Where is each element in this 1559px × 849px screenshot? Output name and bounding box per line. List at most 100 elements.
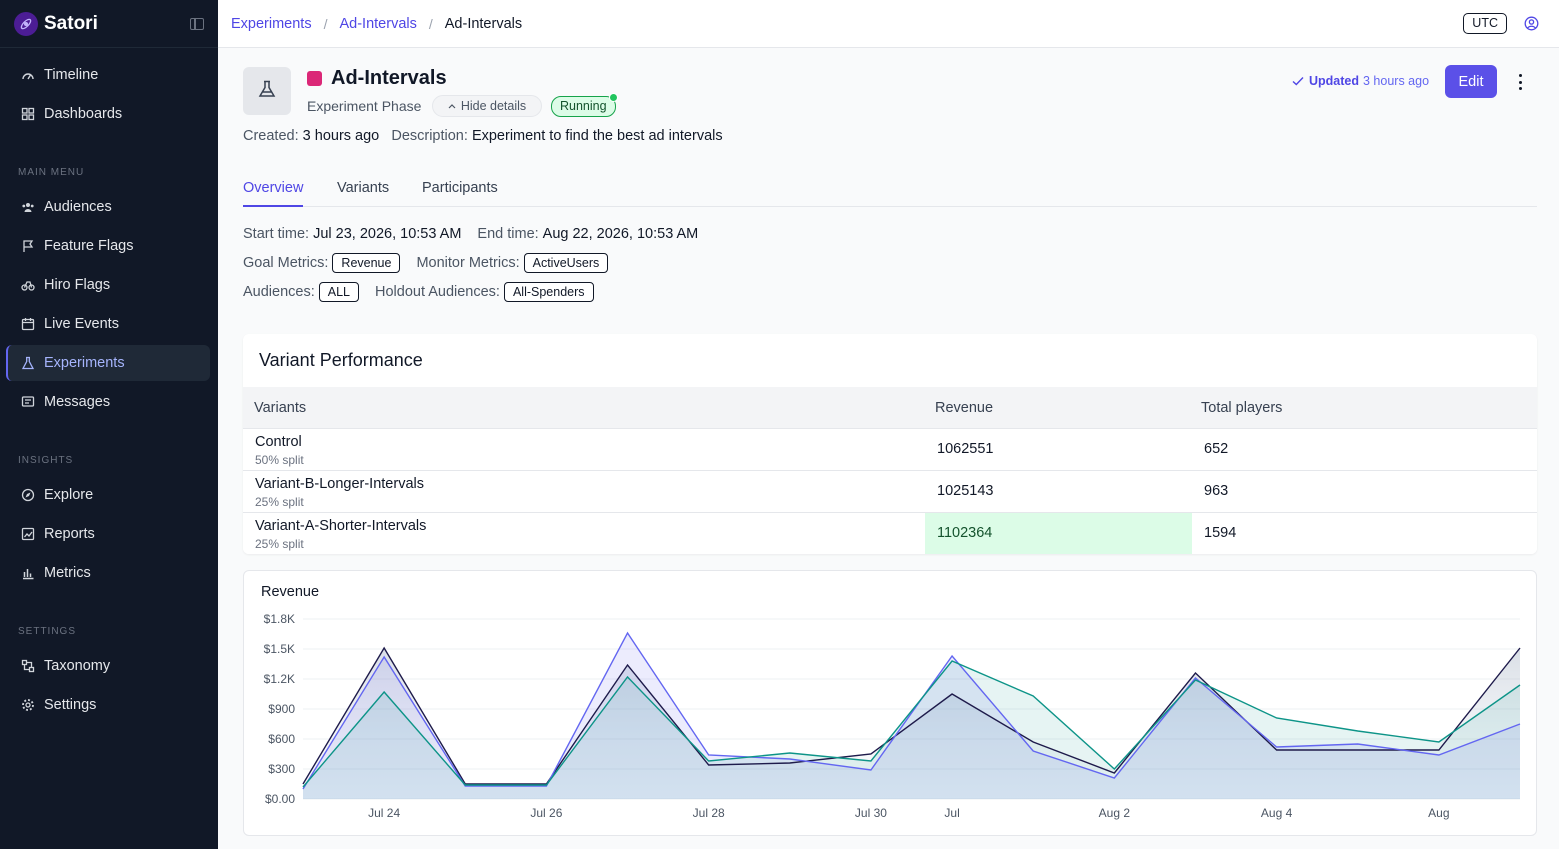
- sidebar-item-audiences[interactable]: Audiences: [6, 189, 210, 225]
- variant-name: Variant-A-Shorter-Intervals: [255, 518, 427, 534]
- timezone-button[interactable]: UTC: [1463, 13, 1507, 34]
- end-time-label: End time:: [477, 226, 539, 242]
- sidebar-item-timeline[interactable]: Timeline: [6, 57, 210, 93]
- top-bar: Experiments / Ad-Intervals / Ad-Interval…: [218, 0, 1559, 48]
- created-value: 3 hours ago: [302, 128, 380, 144]
- sidebar-item-reports[interactable]: Reports: [6, 516, 210, 552]
- y-tick-label: $1.5K: [264, 642, 295, 656]
- revenue-cell: 1062551: [937, 441, 994, 457]
- column-header-revenue: Revenue: [935, 400, 994, 416]
- sidebar-item-label: Settings: [44, 697, 97, 713]
- table-row[interactable]: Variant-A-Shorter-Intervals 25% split 11…: [243, 512, 1537, 554]
- sidebar-item-hiro-flags[interactable]: Hiro Flags: [6, 267, 210, 303]
- sidebar-item-label: Taxonomy: [44, 658, 111, 674]
- y-tick-label: $1.8K: [264, 612, 295, 626]
- sidebar-item-label: Hiro Flags: [44, 277, 111, 293]
- variant-performance-title: Variant Performance: [259, 350, 423, 370]
- section-insights: INSIGHTS: [18, 455, 74, 466]
- goal-metrics-label: Goal Metrics:: [243, 255, 329, 271]
- calendar-icon: [20, 316, 36, 332]
- settings-icon: [20, 697, 36, 713]
- updated-indicator: Updated 3 hours ago: [1292, 74, 1429, 88]
- audience-details: Audiences: ALL Holdout Audiences: All-Sp…: [243, 282, 594, 302]
- created-label: Created:: [243, 128, 299, 144]
- sidebar-item-explore[interactable]: Explore: [6, 477, 210, 513]
- variant-name: Control: [255, 434, 302, 450]
- x-tick-label: Jul 28: [693, 806, 725, 820]
- x-tick-label: Aug: [1428, 806, 1449, 820]
- page-title: Ad-Intervals: [331, 67, 447, 89]
- hide-details-button[interactable]: Hide details: [432, 95, 542, 117]
- tab-participants[interactable]: Participants: [422, 180, 498, 207]
- players-cell: 963: [1204, 483, 1229, 499]
- edit-button[interactable]: Edit: [1445, 65, 1497, 98]
- sidebar-item-label: Feature Flags: [44, 238, 134, 254]
- explore-icon: [20, 487, 36, 503]
- flask-icon: [20, 355, 36, 371]
- column-header-total-players: Total players: [1201, 400, 1283, 416]
- collapse-sidebar-icon[interactable]: [190, 17, 204, 30]
- sidebar-item-live-events[interactable]: Live Events: [6, 306, 210, 342]
- tab-variants[interactable]: Variants: [337, 180, 389, 207]
- description-label: Description:: [391, 128, 468, 144]
- table-header: Variants Revenue Total players: [243, 387, 1537, 429]
- experiment-avatar: [243, 67, 291, 115]
- variant-name: Variant-B-Longer-Intervals: [255, 476, 424, 492]
- messages-icon: [20, 394, 36, 410]
- revenue-cell: 1025143: [937, 483, 994, 499]
- holdout-audience-badge: All-Spenders: [503, 282, 594, 302]
- players-cell: 652: [1204, 441, 1229, 457]
- sidebar-item-experiments[interactable]: Experiments: [6, 345, 210, 381]
- table-row[interactable]: Variant-B-Longer-Intervals 25% split 102…: [243, 470, 1537, 512]
- sidebar-item-label: Timeline: [44, 67, 99, 83]
- series-area: [303, 661, 1520, 799]
- sidebar-item-label: Dashboards: [44, 106, 123, 122]
- section-main-menu: MAIN MENU: [18, 167, 85, 178]
- sidebar-item-metrics[interactable]: Metrics: [6, 555, 210, 591]
- user-icon[interactable]: [1524, 16, 1539, 36]
- dashboard-icon: [20, 106, 36, 122]
- audiences-label: Audiences:: [243, 284, 315, 300]
- start-time-label: Start time:: [243, 226, 310, 242]
- taxonomy-icon: [20, 658, 36, 674]
- variant-split: 50% split: [255, 453, 304, 467]
- sidebar-item-settings[interactable]: Settings: [6, 687, 210, 723]
- goal-metric-badge: Revenue: [332, 253, 401, 273]
- updated-value: 3 hours ago: [1363, 74, 1430, 88]
- y-tick-label: $300: [268, 762, 295, 776]
- time-details: Start time: Jul 23, 2026, 10:53 AM End t…: [243, 226, 698, 242]
- start-time-value: Jul 23, 2026, 10:53 AM: [313, 226, 462, 242]
- tab-bar: Overview Variants Participants: [243, 172, 1537, 207]
- breadcrumb-experiment[interactable]: Ad-Intervals: [339, 16, 416, 32]
- sidebar-item-feature-flags[interactable]: Feature Flags: [6, 228, 210, 264]
- sidebar-item-messages[interactable]: Messages: [6, 384, 210, 420]
- audience-badge: ALL: [318, 282, 359, 302]
- variant-performance-card: Variant Performance Variants Revenue Tot…: [243, 334, 1537, 554]
- table-row[interactable]: Control 50% split 1062551 652: [243, 428, 1537, 470]
- holdout-audiences-label: Holdout Audiences:: [375, 284, 500, 300]
- more-options-icon[interactable]: [1515, 74, 1525, 90]
- sidebar-item-taxonomy[interactable]: Taxonomy: [6, 648, 210, 684]
- flask-icon: [257, 79, 277, 104]
- audiences-icon: [20, 199, 36, 215]
- tab-overview[interactable]: Overview: [243, 180, 304, 207]
- phase-label: Experiment Phase: [307, 98, 422, 114]
- sidebar-item-dashboards[interactable]: Dashboards: [6, 96, 210, 132]
- x-tick-label: Jul 30: [855, 806, 887, 820]
- end-time-value: Aug 22, 2026, 10:53 AM: [542, 226, 699, 242]
- players-cell: 1594: [1204, 525, 1237, 541]
- y-tick-label: $0.00: [265, 792, 295, 806]
- hiro-flags-icon: [20, 277, 36, 293]
- sidebar-item-label: Metrics: [44, 565, 91, 581]
- updated-label: Updated: [1309, 74, 1359, 88]
- y-tick-label: $900: [268, 702, 295, 716]
- x-tick-label: Jul 24: [368, 806, 400, 820]
- monitor-metrics-label: Monitor Metrics:: [416, 255, 520, 271]
- metrics-icon: [20, 565, 36, 581]
- breadcrumb-experiments[interactable]: Experiments: [231, 16, 312, 32]
- x-tick-label: Aug 4: [1261, 806, 1293, 820]
- sidebar-item-label: Messages: [44, 394, 111, 410]
- monitor-metric-badge: ActiveUsers: [523, 253, 609, 273]
- revenue-cell-best: 1102364: [925, 513, 1192, 554]
- x-tick-label: Aug 2: [1099, 806, 1131, 820]
